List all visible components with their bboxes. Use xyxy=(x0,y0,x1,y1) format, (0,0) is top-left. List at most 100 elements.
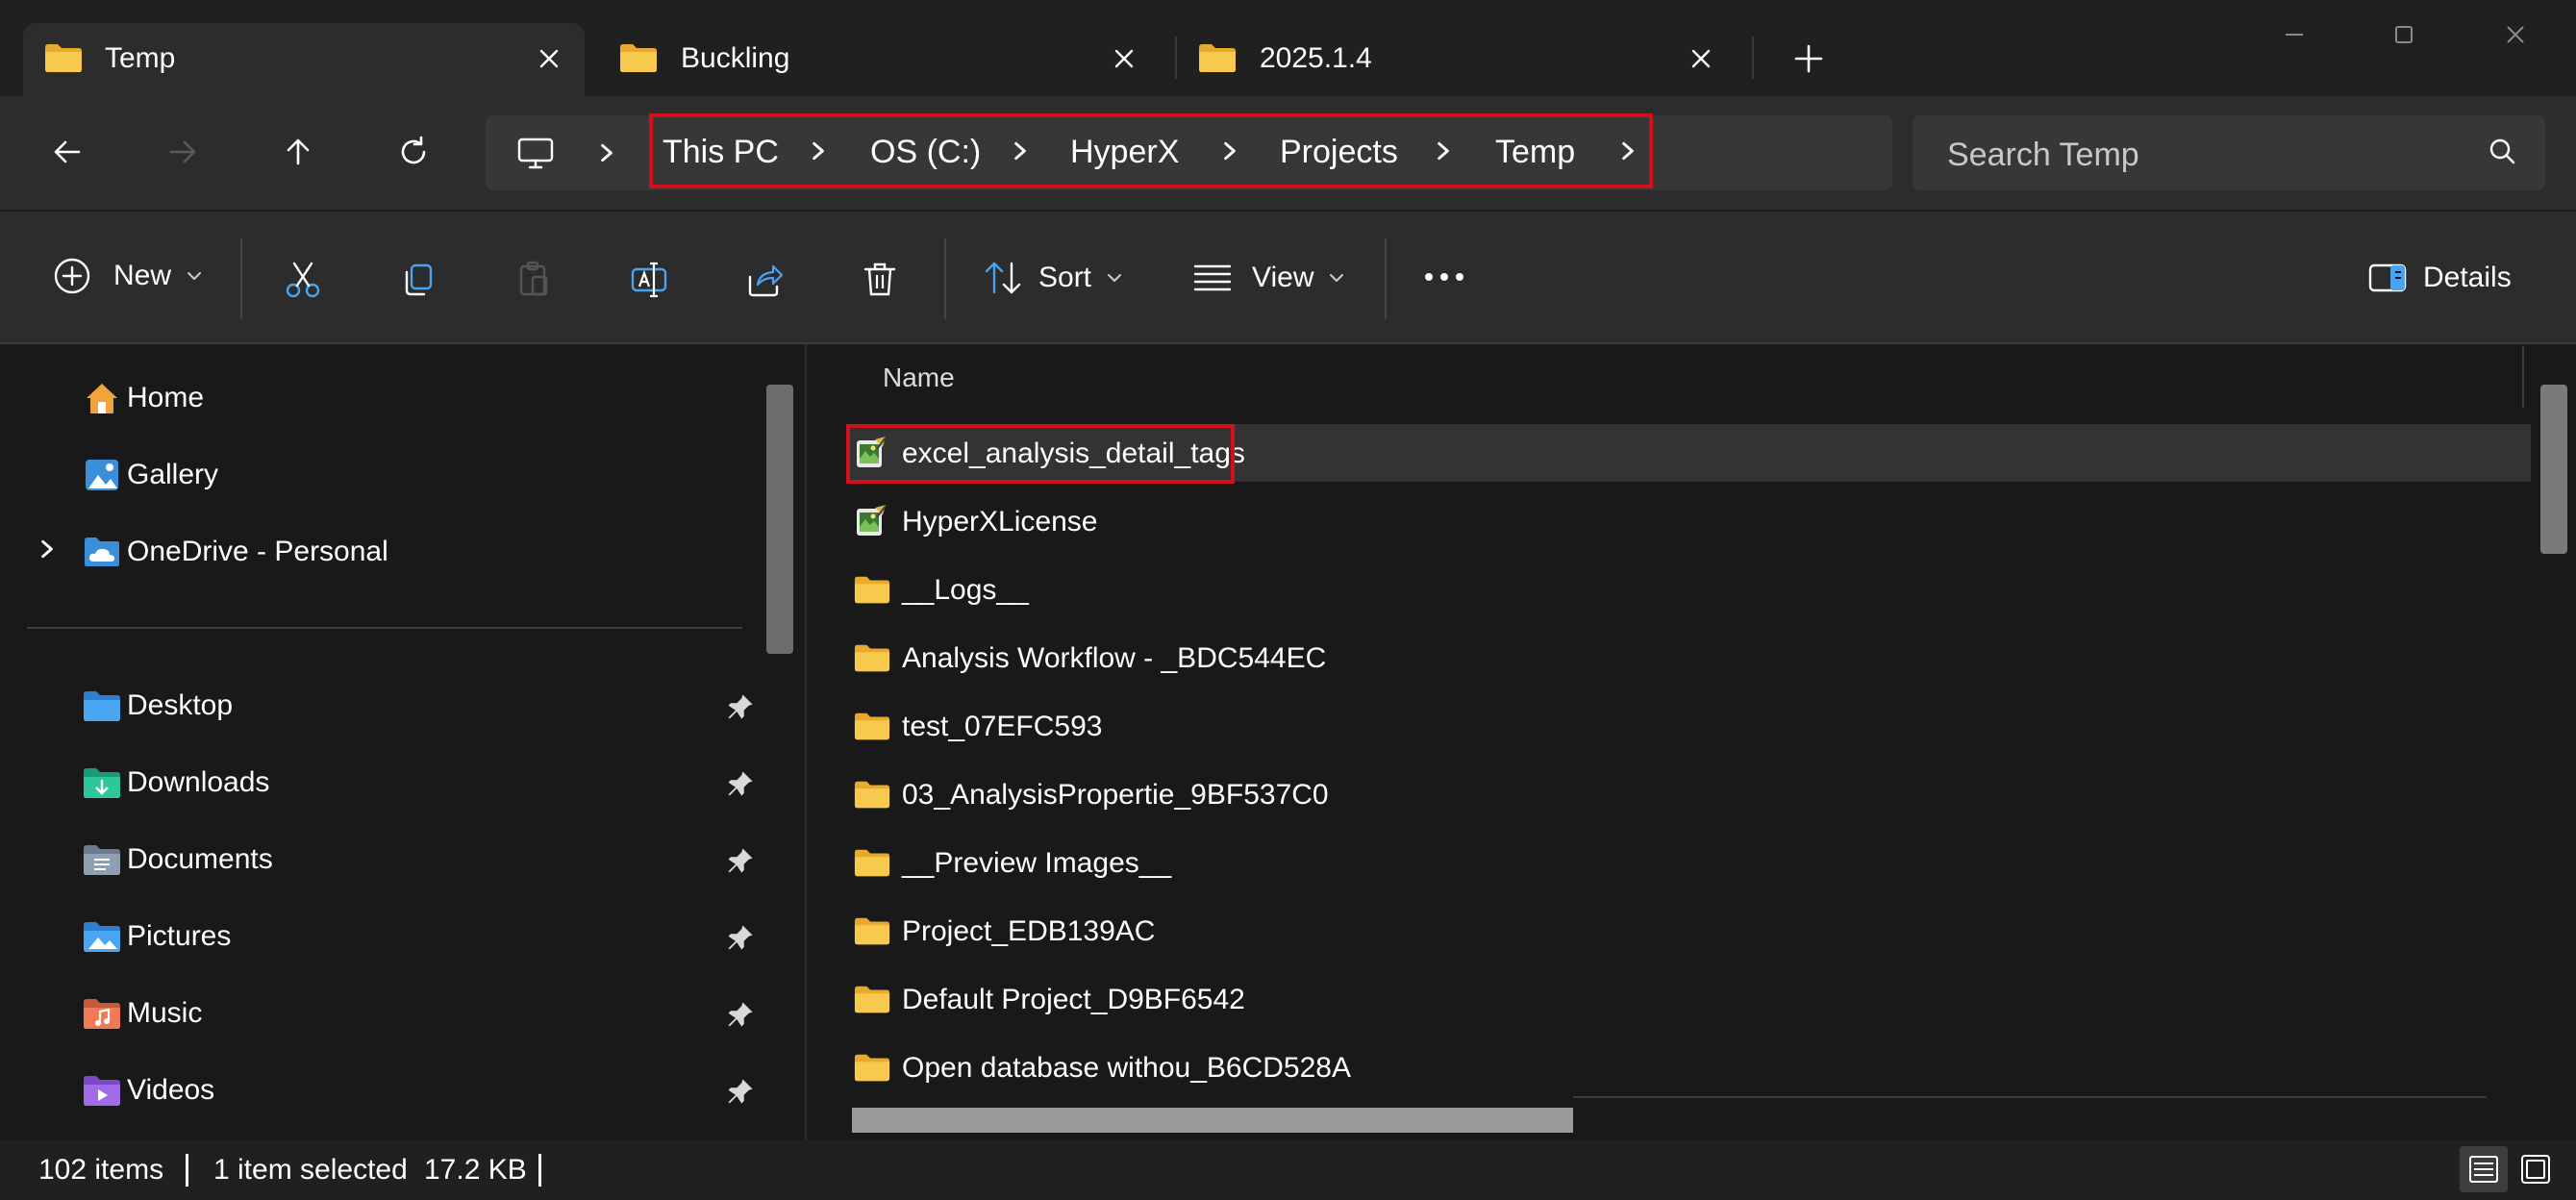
close-tab-icon[interactable] xyxy=(533,42,565,75)
folder-icon xyxy=(854,847,890,878)
close-tab-icon[interactable] xyxy=(1108,42,1140,75)
sidebar-item-music[interactable]: Music xyxy=(83,990,202,1037)
view-list-icon xyxy=(1193,264,1232,291)
sidebar-item-label: Videos xyxy=(127,1074,215,1106)
sidebar-item-home[interactable]: Home xyxy=(83,375,204,421)
pin-icon[interactable] xyxy=(726,1000,755,1029)
list-item[interactable]: Analysis Workflow - _BDC544EC xyxy=(846,629,2531,687)
tab-2025-1-4[interactable]: 2025.1.4 xyxy=(1177,23,1738,96)
toolbar-separator xyxy=(240,238,242,319)
folder-icon xyxy=(1198,42,1237,73)
search-icon[interactable] xyxy=(2486,135,2520,169)
chevron-right-icon[interactable] xyxy=(37,538,58,560)
rename-icon[interactable] xyxy=(629,260,669,300)
desktop-folder-icon xyxy=(84,691,120,721)
sidebar-item-label: Home xyxy=(127,382,205,413)
sidebar-item-label: Desktop xyxy=(127,689,234,721)
copy-icon[interactable] xyxy=(398,260,438,300)
refresh-button[interactable] xyxy=(392,131,435,173)
maximize-button[interactable] xyxy=(2375,13,2433,56)
sidebar-item-downloads[interactable]: Downloads xyxy=(83,760,269,806)
list-item[interactable]: Open database withou_B6CD528A xyxy=(846,1038,2531,1096)
folder-icon xyxy=(854,642,890,673)
title-bar: Temp Buckling 2025.1.4 xyxy=(0,0,2576,96)
paste-icon[interactable] xyxy=(513,260,554,300)
folder-icon xyxy=(854,574,890,605)
documents-folder-icon xyxy=(84,845,120,875)
tab-temp[interactable]: Temp xyxy=(23,23,585,96)
share-icon[interactable] xyxy=(744,260,785,300)
column-header-name[interactable]: Name xyxy=(883,362,955,393)
details-pane-icon xyxy=(2368,263,2407,292)
folder-icon xyxy=(854,711,890,741)
cut-icon[interactable] xyxy=(283,260,323,300)
this-pc-icon[interactable] xyxy=(516,137,555,171)
sidebar-item-pictures[interactable]: Pictures xyxy=(83,913,231,960)
sort-button[interactable]: Sort xyxy=(983,258,1124,298)
list-item[interactable]: test_07EFC593 xyxy=(846,697,2531,755)
delete-icon[interactable] xyxy=(860,260,900,300)
pin-icon[interactable] xyxy=(726,692,755,721)
new-button[interactable]: New xyxy=(52,256,204,296)
sidebar-scrollbar[interactable] xyxy=(766,385,793,654)
plus-circle-icon xyxy=(54,258,90,294)
tab-buckling[interactable]: Buckling xyxy=(598,23,1160,96)
sidebar-item-gallery[interactable]: Gallery xyxy=(83,452,218,498)
forward-button[interactable] xyxy=(162,131,204,173)
music-folder-icon xyxy=(84,999,120,1029)
file-name: Project_EDB139AC xyxy=(902,915,1156,947)
sidebar-item-label: Gallery xyxy=(127,459,219,490)
close-window-button[interactable] xyxy=(2487,13,2544,56)
folder-icon xyxy=(854,779,890,810)
list-item[interactable]: 03_AnalysisPropertie_9BF537C0 xyxy=(846,765,2531,823)
folder-icon xyxy=(854,984,890,1014)
pin-icon[interactable] xyxy=(726,1077,755,1106)
column-resize-handle[interactable] xyxy=(2522,346,2524,408)
chevron-down-icon xyxy=(1327,268,1346,288)
sidebar-item-videos[interactable]: Videos xyxy=(83,1067,214,1113)
list-item[interactable]: __Logs__ xyxy=(846,561,2531,618)
command-bar: New Sort View Details xyxy=(0,210,2576,342)
pin-icon[interactable] xyxy=(726,923,755,952)
close-tab-icon[interactable] xyxy=(1685,42,1717,75)
list-item[interactable]: Project_EDB139AC xyxy=(846,902,2531,960)
more-options-icon[interactable] xyxy=(1421,265,1467,288)
selection-size: 17.2 KB xyxy=(424,1154,527,1186)
new-label: New xyxy=(113,260,172,291)
details-pane-button[interactable]: Details xyxy=(2367,258,2512,298)
sidebar-item-onedrive[interactable]: OneDrive - Personal xyxy=(83,529,388,575)
sort-label: Sort xyxy=(1038,262,1092,293)
minimize-button[interactable] xyxy=(2265,13,2323,56)
list-item[interactable]: __Preview Images__ xyxy=(846,834,2531,891)
search-input[interactable]: Search Temp xyxy=(1913,115,2545,190)
vertical-scrollbar[interactable] xyxy=(2540,385,2567,554)
chevron-right-icon[interactable] xyxy=(596,142,617,163)
file-name: Open database withou_B6CD528A xyxy=(902,1052,1351,1084)
horizontal-scrollbar[interactable] xyxy=(852,1108,1573,1133)
path-highlight-box xyxy=(649,113,1653,188)
tab-label: Temp xyxy=(105,42,176,74)
sidebar-item-desktop[interactable]: Desktop xyxy=(83,683,233,729)
horizontal-scroll-track[interactable] xyxy=(1573,1096,2487,1098)
file-name: 03_AnalysisPropertie_9BF537C0 xyxy=(902,779,1329,811)
pin-icon[interactable] xyxy=(726,769,755,798)
list-item[interactable]: HyperXLicense xyxy=(846,492,2531,550)
file-name: __Logs__ xyxy=(902,574,1029,606)
tab-separator xyxy=(1752,37,1754,79)
pin-icon[interactable] xyxy=(726,846,755,875)
videos-folder-icon xyxy=(84,1076,120,1106)
sidebar-item-documents[interactable]: Documents xyxy=(83,837,273,883)
new-tab-icon[interactable] xyxy=(1790,40,1827,77)
details-label: Details xyxy=(2423,262,2512,293)
selection-count: 1 item selected xyxy=(213,1154,408,1186)
tiles-view-button[interactable] xyxy=(2512,1146,2560,1192)
gallery-icon xyxy=(86,460,118,490)
arrow-left-icon xyxy=(54,140,81,163)
details-view-button[interactable] xyxy=(2460,1146,2508,1192)
folder-icon xyxy=(44,42,83,73)
sidebar-item-label: Downloads xyxy=(127,766,270,798)
up-button[interactable] xyxy=(277,131,319,173)
list-item[interactable]: Default Project_D9BF6542 xyxy=(846,970,2531,1028)
back-button[interactable] xyxy=(46,131,88,173)
view-button[interactable]: View xyxy=(1192,258,1346,298)
